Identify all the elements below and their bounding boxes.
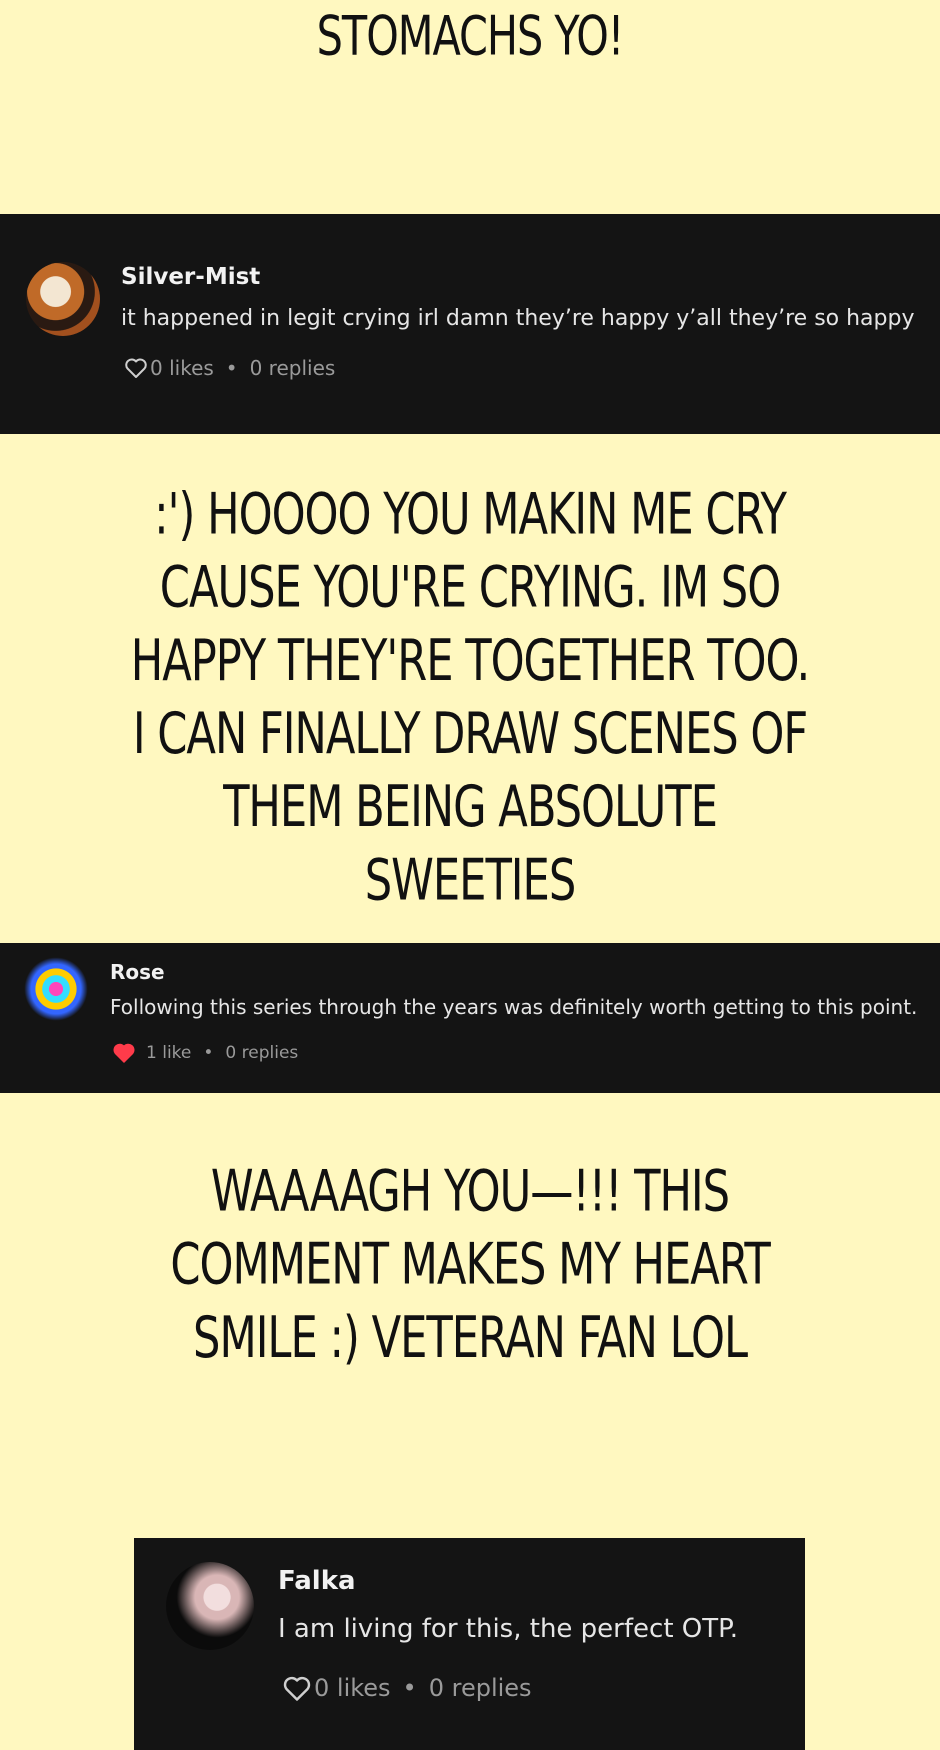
meta-separator: • [225,356,238,380]
comment-card: Rose Following this series through the y… [0,943,940,1093]
likes-count[interactable]: 0 likes [314,1674,391,1702]
comment-meta: 1 like • 0 replies [112,1042,298,1064]
heart-outline-icon[interactable] [282,1675,312,1702]
avatar[interactable] [26,262,100,336]
comment-meta: 0 likes • 0 replies [124,356,335,380]
heart-filled-icon[interactable] [112,1042,136,1064]
comment-card: Falka I am living for this, the perfect … [134,1538,805,1750]
comment-meta: 0 likes • 0 replies [282,1674,532,1702]
meta-separator: • [203,1043,214,1063]
comment-text: it happened in legit crying irl damn the… [121,306,915,331]
artist-reply-text: WAAAAGH YOU—!!! THIS COMMENT MAKES MY HE… [170,1158,770,1371]
likes-count[interactable]: 0 likes [150,356,214,380]
meta-separator: • [402,1674,417,1702]
likes-count[interactable]: 1 like [146,1043,191,1063]
replies-count[interactable]: 0 replies [225,1043,298,1063]
comment-text: Following this series through the years … [110,995,918,1019]
comment-username[interactable]: Rose [110,960,165,984]
avatar[interactable] [24,957,88,1021]
comment-username[interactable]: Falka [278,1566,356,1596]
comment-card: Silver-Mist it happened in legit crying … [0,214,940,434]
avatar[interactable] [166,1562,254,1650]
replies-count[interactable]: 0 replies [250,356,336,380]
comment-username[interactable]: Silver-Mist [121,264,260,290]
artist-reply-text: :') HOOOO YOU MAKIN ME CRY CAUSE YOU'RE … [130,481,811,914]
replies-count[interactable]: 0 replies [429,1674,532,1702]
comment-text: I am living for this, the perfect OTP. [278,1614,739,1644]
artist-reply-text: STOMACHS YO! [316,3,625,68]
heart-outline-icon[interactable] [124,357,148,379]
